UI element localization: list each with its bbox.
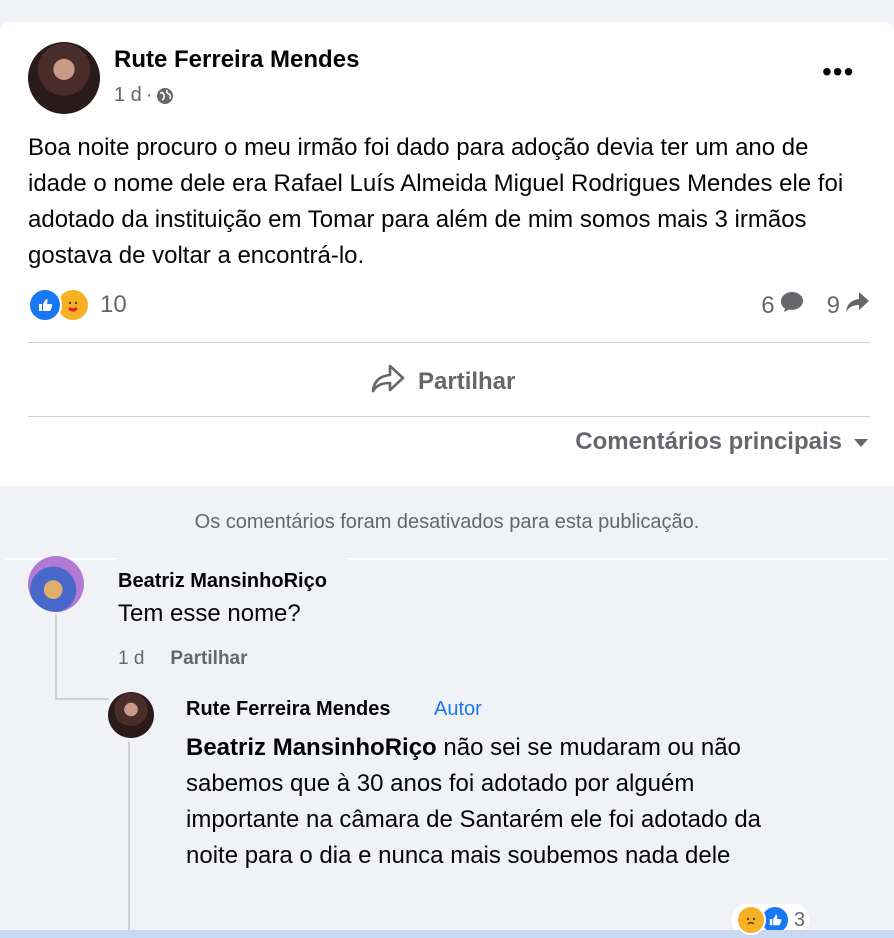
post-meta: 1 d ·	[114, 84, 174, 107]
comment-bubble-icon	[779, 290, 805, 321]
divider	[28, 342, 870, 343]
share-label: Partilhar	[418, 367, 516, 395]
reply-bubble: Rute Ferreira Mendes Autor Beatriz Mansi…	[164, 684, 824, 920]
like-reaction-icon	[28, 288, 62, 322]
globe-icon	[156, 87, 174, 105]
comments-disabled-notice: Os comentários foram desativados para es…	[0, 486, 894, 558]
post-stats: 6 9	[761, 290, 870, 321]
share-count: 9	[826, 291, 840, 319]
post-author-name[interactable]: Rute Ferreira Mendes	[114, 46, 359, 74]
comment-actions: 1 d Partilhar	[118, 648, 248, 670]
reply-mention[interactable]: Beatriz MansinhoRiço	[186, 734, 437, 761]
sad-reaction-icon	[736, 905, 766, 935]
sort-label: Comentários principais	[575, 428, 842, 455]
comments-disabled-text: Os comentários foram desativados para es…	[194, 510, 700, 533]
comment-bubble: Beatriz MansinhoRiço Tem esse nome?	[98, 558, 366, 642]
author-badge: Autor	[434, 698, 482, 720]
reply-reaction-count: 3	[794, 908, 806, 931]
comment-sort-dropdown[interactable]: Comentários principais	[575, 428, 870, 456]
chevron-down-icon	[852, 428, 870, 456]
reaction-summary[interactable]: 10	[28, 288, 127, 322]
meta-separator: ·	[145, 84, 153, 106]
share-stat[interactable]: 9	[827, 290, 870, 321]
comment-text: Tem esse nome?	[118, 600, 301, 627]
post-time[interactable]: 1 d	[114, 84, 142, 107]
post-text: Boa noite procuro o meu irmão foi dado p…	[28, 134, 844, 269]
thread-connector	[55, 698, 109, 700]
comment-share-button[interactable]: Partilhar	[170, 648, 247, 670]
reply-author[interactable]: Rute Ferreira Mendes	[186, 698, 391, 721]
reply-thread-line	[128, 742, 130, 932]
share-arrow-icon	[844, 290, 870, 321]
reply-text: Beatriz MansinhoRiço não sei se mudaram …	[186, 730, 806, 874]
comment-author[interactable]: Beatriz MansinhoRiço	[118, 570, 327, 593]
commenter-avatar[interactable]	[28, 556, 84, 612]
comment-stat[interactable]: 6	[761, 290, 804, 321]
author-avatar[interactable]	[28, 42, 100, 114]
thread-line	[55, 614, 57, 700]
comment-count: 6	[761, 291, 775, 319]
more-options-icon[interactable]: •••	[822, 58, 854, 86]
share-icon	[370, 362, 406, 401]
comment-time[interactable]: 1 d	[118, 648, 144, 670]
reply-author-avatar[interactable]	[108, 692, 154, 738]
divider	[28, 416, 870, 417]
share-button[interactable]: Partilhar	[370, 362, 515, 401]
reaction-count: 10	[100, 291, 127, 318]
